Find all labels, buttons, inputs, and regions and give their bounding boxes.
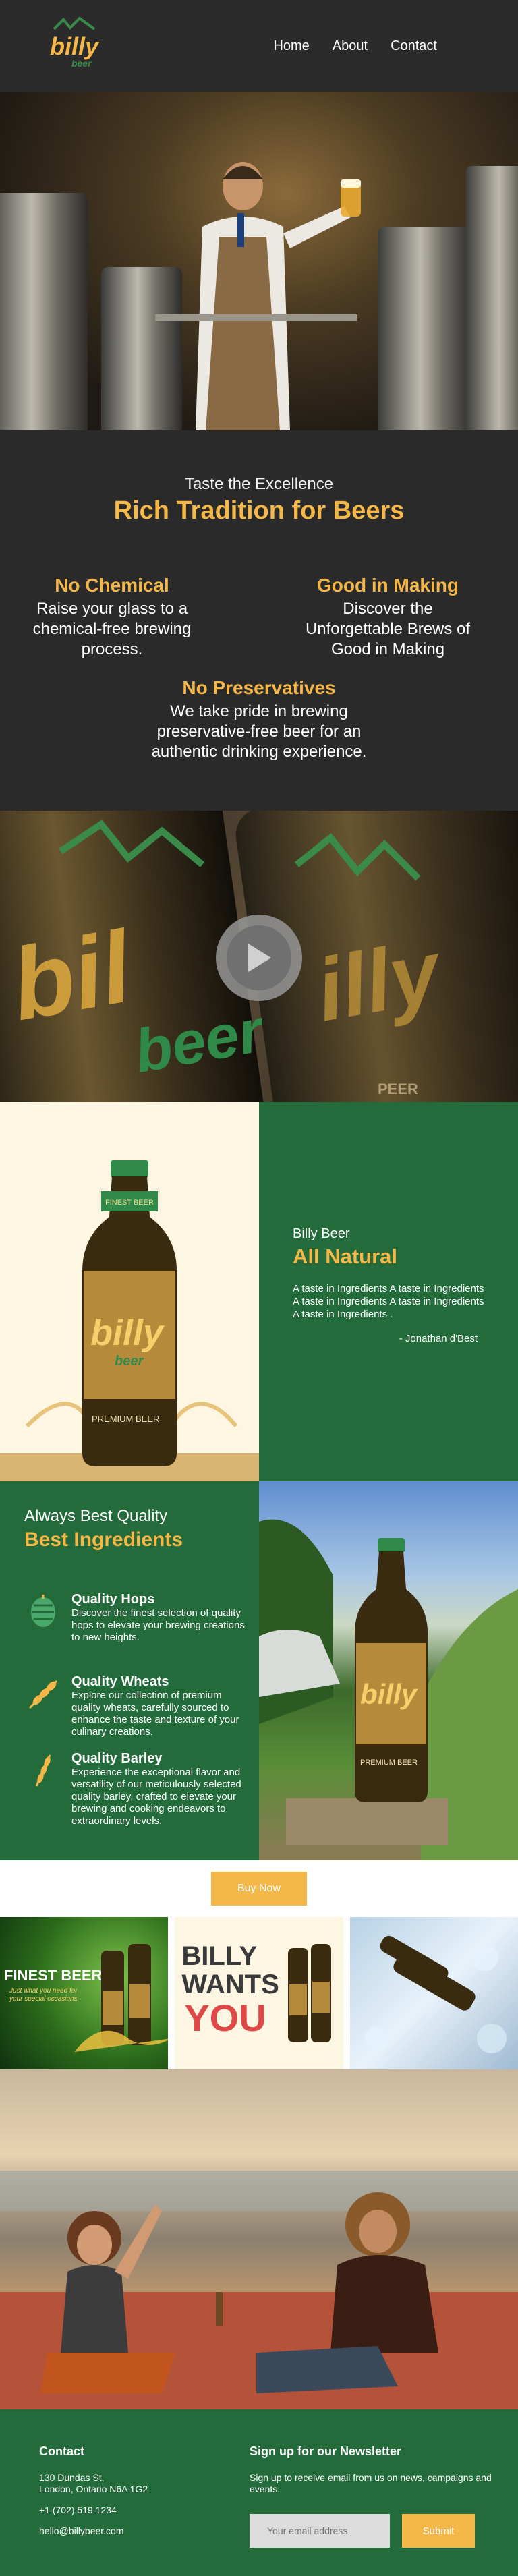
- gallery-bottles: [74, 1944, 169, 2052]
- footer-phone[interactable]: +1 (702) 519 1234: [39, 2505, 148, 2516]
- page: billy beer Home About Contact Taste the …: [0, 0, 518, 2576]
- ingredients-list: Always Best Quality Best Ingredients Qua…: [0, 1481, 259, 1860]
- buy-now-button[interactable]: Buy Now: [211, 1872, 307, 1906]
- feature-title: No Preservatives: [182, 677, 336, 698]
- site-header: billy beer Home About Contact: [0, 0, 518, 92]
- brewer-figure: [155, 162, 361, 430]
- ingredient-item: Quality Wheats Explore our collection of…: [24, 1674, 247, 1738]
- footer-newsletter: Sign up for our Newsletter Sign up to re…: [250, 2444, 492, 2495]
- svg-text:bil: bil: [3, 909, 141, 1041]
- footer-email-link[interactable]: hello@billybeer.com: [39, 2525, 148, 2537]
- newsletter-title: Sign up for our Newsletter: [250, 2444, 402, 2458]
- newsletter-text: Sign up to receive email from us on news…: [250, 2472, 492, 2494]
- intro-title: Rich Tradition for Beers: [113, 496, 405, 525]
- footer-contact-title: Contact: [39, 2444, 84, 2458]
- hero-brewery-image: [0, 92, 518, 430]
- svg-text:PEER: PEER: [378, 1081, 418, 1097]
- footer-address-line1: 130 Dundas St,: [39, 2472, 105, 2483]
- logo-subword: beer: [71, 58, 92, 69]
- ingredient-item: Quality Barley Experience the exceptiona…: [24, 1751, 247, 1827]
- footer-address-line2: London, Ontario N6A 1G2: [39, 2484, 148, 2494]
- feature-text: Discover the Unforgettable Brews of Good…: [305, 600, 471, 658]
- gallery-billy-wants-you[interactable]: BILLY WANTS YOU: [175, 1917, 343, 2069]
- svg-text:billy: billy: [90, 1313, 165, 1353]
- barley-icon: [35, 1754, 51, 1787]
- feature-no-chemical: No Chemical Raise your glass to a chemic…: [24, 575, 200, 660]
- ingredient-title: Quality Hops: [71, 1592, 155, 1607]
- ingredient-text: Discover the finest selection of quality…: [71, 1607, 245, 1643]
- ingredient-text: Explore our collection of premium qualit…: [71, 1690, 239, 1738]
- nav-home-link[interactable]: Home: [273, 38, 309, 54]
- video-play-button[interactable]: [216, 915, 302, 1001]
- nav-contact-link[interactable]: Contact: [391, 38, 437, 54]
- gallery-ice-bottles[interactable]: [349, 1917, 518, 2069]
- play-icon: [248, 944, 271, 972]
- newsletter-email-input[interactable]: [250, 2514, 390, 2548]
- gallery-finest-beer[interactable]: FINEST BEER ! Just what you need for you…: [0, 1917, 169, 2069]
- ingredient-title: Quality Barley: [71, 1751, 163, 1766]
- feature-good-in-making: Good in Making Discover the Unforgettabl…: [297, 575, 479, 660]
- svg-text:PREMIUM BEER: PREMIUM BEER: [360, 1758, 418, 1767]
- video-section[interactable]: bil beer illy PEER: [0, 811, 518, 1102]
- buy-section: Buy Now: [0, 1860, 518, 1917]
- svg-text:billy: billy: [360, 1678, 419, 1710]
- quality-subtitle: Always Best Quality: [24, 1507, 168, 1525]
- all-natural-section: FINEST BEER billy beer PREMIUM BEER Bill…: [0, 1102, 518, 1481]
- feature-title: Good in Making: [317, 575, 459, 596]
- couple-beach-image: [0, 2069, 518, 2409]
- gallery-bottles: [364, 1935, 507, 2053]
- logo-wordmark: billy: [50, 32, 100, 60]
- ingredient-text: Experience the exceptional flavor and ve…: [71, 1767, 241, 1827]
- footer-contact: Contact 130 Dundas St, London, Ontario N…: [39, 2444, 148, 2537]
- natural-author: - Jonathan d'Best: [399, 1333, 478, 1344]
- site-footer: Contact 130 Dundas St, London, Ontario N…: [0, 2409, 518, 2576]
- svg-text:FINEST BEER: FINEST BEER: [105, 1199, 154, 1207]
- bottle-label: PREMIUM BEER: [92, 1414, 159, 1424]
- natural-description: A taste in Ingredients A taste in Ingred…: [293, 1283, 484, 1320]
- bottle-splash-image: FINEST BEER billy beer PREMIUM BEER: [0, 1102, 259, 1481]
- ingredient-item: Quality Hops Discover the finest selecti…: [24, 1592, 247, 1644]
- main-nav: Home About Contact: [273, 38, 437, 54]
- feature-text: We take pride in brewing preservative-fr…: [151, 702, 367, 761]
- promo-gallery: FINEST BEER ! Just what you need for you…: [0, 1917, 518, 2069]
- camping-bottle-image: billy PREMIUM BEER: [259, 1481, 518, 1860]
- nav-about-link[interactable]: About: [333, 38, 368, 54]
- ingredient-title: Quality Wheats: [71, 1674, 169, 1689]
- svg-text:illy: illy: [309, 921, 450, 1039]
- wheat-icon: [28, 1680, 58, 1709]
- quality-title: Best Ingredients: [24, 1528, 183, 1551]
- newsletter-submit-button[interactable]: Submit: [402, 2514, 475, 2548]
- brand-logo[interactable]: billy beer: [47, 16, 101, 76]
- hop-icon: [31, 1595, 55, 1627]
- svg-text:beer: beer: [115, 1354, 144, 1369]
- all-natural-text: Billy Beer All Natural A taste in Ingred…: [259, 1102, 518, 1481]
- intro-subtitle: Taste the Excellence: [184, 475, 334, 493]
- gallery-bottles: [288, 1944, 332, 2042]
- intro-section: Taste the Excellence Rich Tradition for …: [0, 430, 518, 811]
- best-ingredients-section: Always Best Quality Best Ingredients Qua…: [0, 1481, 518, 1860]
- feature-no-preservatives: No Preservatives We take pride in brewin…: [138, 677, 380, 762]
- natural-brand: Billy Beer: [293, 1226, 350, 1241]
- svg-text:beer: beer: [130, 997, 270, 1086]
- feature-title: No Chemical: [55, 575, 169, 596]
- natural-title: All Natural: [293, 1244, 398, 1268]
- feature-text: Raise your glass to a chemical-free brew…: [32, 600, 192, 658]
